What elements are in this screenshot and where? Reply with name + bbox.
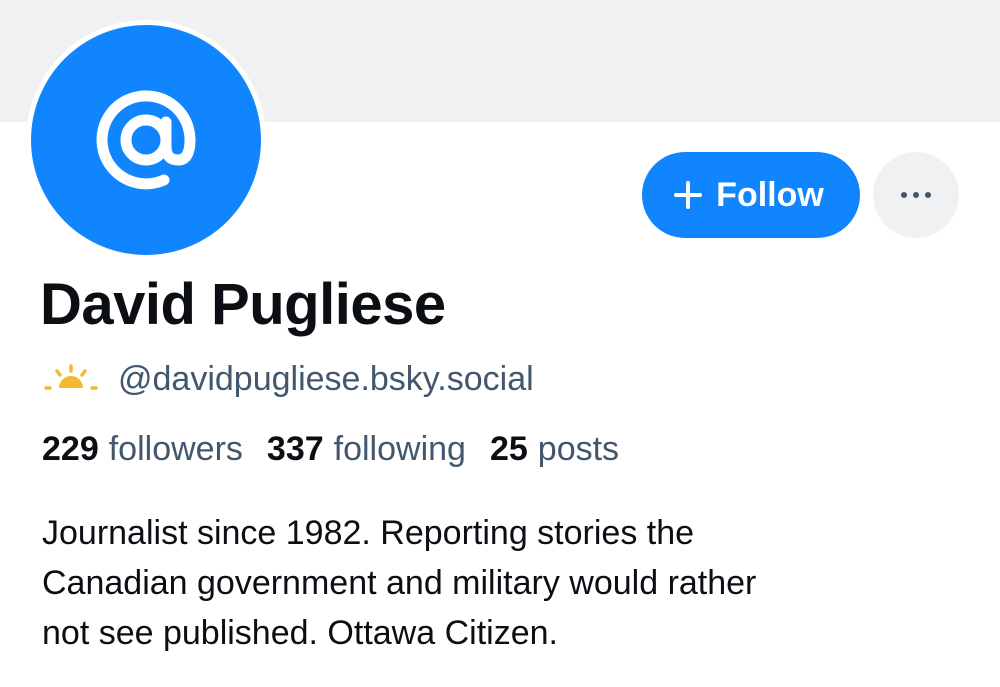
- posts-label: posts: [537, 430, 620, 468]
- followers-count: 229: [42, 430, 99, 468]
- handle-row: @davidpugliese.bsky.social: [44, 356, 534, 402]
- profile-handle[interactable]: @davidpugliese.bsky.social: [118, 360, 534, 399]
- bio-line: not see published. Ottawa Citizen.: [42, 614, 558, 652]
- at-sign-icon: [96, 90, 196, 190]
- ellipsis-icon: [901, 192, 931, 198]
- follow-button[interactable]: Follow: [642, 152, 860, 238]
- display-name: David Pugliese: [40, 272, 446, 337]
- avatar[interactable]: [26, 20, 266, 260]
- followers-label: followers: [108, 430, 243, 468]
- followers-stat[interactable]: 229 followers: [42, 430, 243, 469]
- profile-stats: 229 followers 337 following 25 posts: [42, 430, 643, 469]
- plus-icon: [674, 181, 703, 209]
- posts-stat: 25 posts: [490, 430, 619, 469]
- avatar-default: [31, 25, 261, 255]
- following-stat[interactable]: 337 following: [267, 430, 466, 469]
- following-label: following: [333, 430, 466, 468]
- more-options-button[interactable]: [873, 152, 959, 238]
- bio-line: Journalist since 1982. Reporting stories…: [42, 514, 695, 552]
- posts-count: 25: [489, 430, 528, 468]
- follow-label: Follow: [716, 175, 824, 214]
- sunrise-icon: [44, 364, 98, 390]
- bio-line: Canadian government and military would r…: [42, 564, 757, 602]
- following-count: 337: [266, 430, 324, 468]
- profile-bio: Journalist since 1982. Reporting stories…: [42, 508, 942, 658]
